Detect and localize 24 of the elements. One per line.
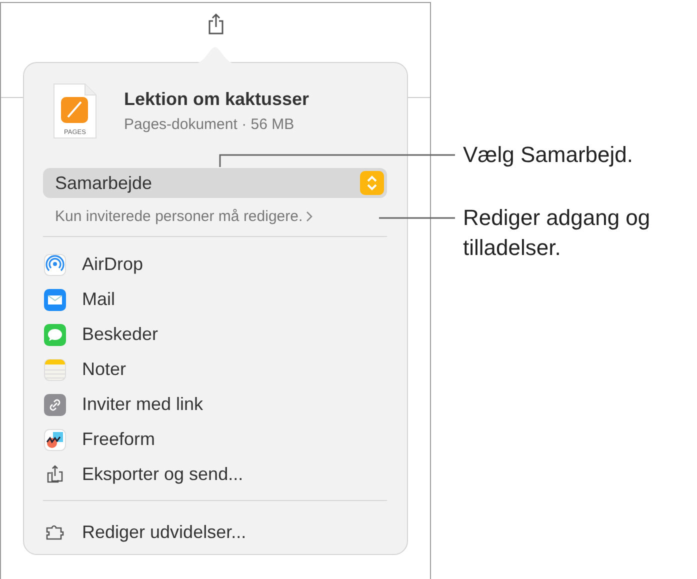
chevron-icon (306, 211, 313, 222)
share-option[interactable]: Inviter med link (43, 387, 387, 422)
edit-extensions-item[interactable]: Rediger udvidelser... (43, 515, 387, 550)
stepper-icon (360, 171, 384, 195)
pages-file-icon (54, 84, 96, 138)
freeform-icon (44, 428, 66, 450)
access-settings-link[interactable]: Kun inviterede personer må redigere. (43, 205, 387, 228)
share-option[interactable]: Noter (43, 352, 387, 387)
share-option[interactable]: AirDrop (43, 247, 387, 282)
envelope-icon (44, 288, 66, 310)
link-icon (44, 394, 66, 416)
share-icon[interactable] (207, 13, 225, 35)
callout-text: Rediger adgang og tilladelser. (463, 204, 652, 262)
file-details: Pages-dokument · 56 MB (124, 116, 296, 133)
speech-bubble-icon (44, 324, 66, 346)
airdrop-icon (44, 254, 66, 276)
share-option[interactable]: Eksporter og send... (43, 457, 387, 492)
notepad-icon (44, 358, 66, 380)
collaboration-popup[interactable]: Samarbejde (43, 168, 387, 198)
callout-text: Vælg Samarbejd. (463, 141, 633, 169)
share-option[interactable]: Mail (43, 282, 387, 317)
file-title: Lektion om kaktusser (124, 89, 310, 110)
share-option[interactable]: Beskeder (43, 317, 387, 352)
share-option[interactable]: Freeform (43, 422, 387, 457)
